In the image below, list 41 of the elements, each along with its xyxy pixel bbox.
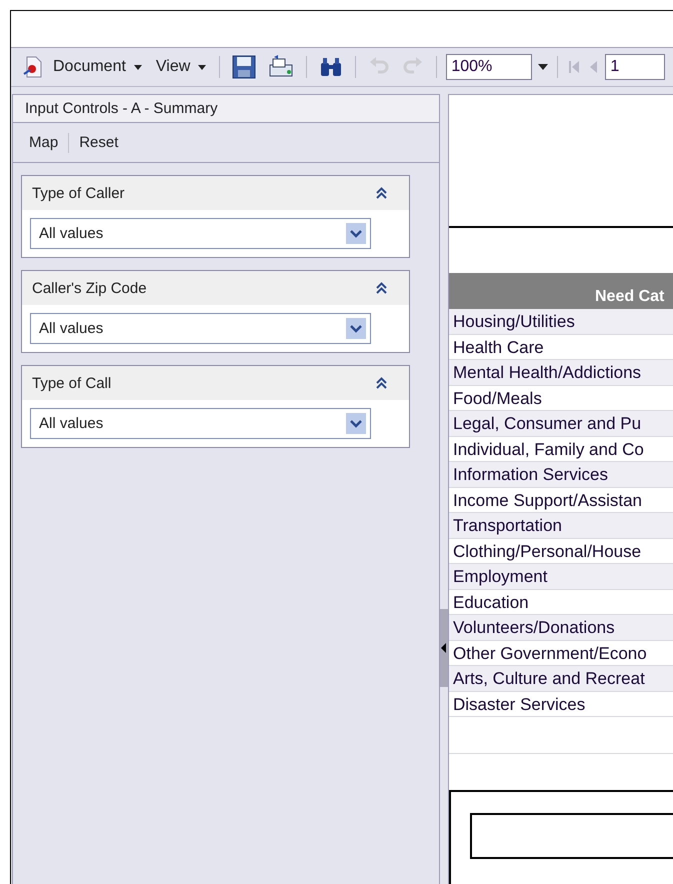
- collapse-icon[interactable]: [376, 282, 387, 294]
- table-cell: Food/Meals: [449, 386, 673, 411]
- table-cell: Housing/Utilities: [449, 309, 673, 334]
- table-cell: Income Support/Assistan: [449, 488, 673, 513]
- collapse-icon[interactable]: [376, 377, 387, 389]
- panel-title: Input Controls - A - Summary: [13, 95, 439, 123]
- zoom-field[interactable]: 100%: [446, 54, 532, 80]
- table-cell: Legal, Consumer and Pu: [449, 411, 673, 436]
- menu-button[interactable]: View: [152, 58, 210, 76]
- filter-label: Type of Call: [32, 374, 112, 392]
- filter-select[interactable]: All values: [30, 313, 371, 344]
- column-header: Need Cat: [449, 273, 673, 309]
- caret-icon[interactable]: [538, 64, 548, 70]
- filter-select[interactable]: All values: [30, 218, 371, 249]
- filter-select[interactable]: All values: [30, 408, 371, 439]
- collapse-icon[interactable]: [376, 187, 387, 199]
- filter-label: Caller's Zip Code: [32, 280, 147, 296]
- table-cell: Arts, Culture and Recreat: [449, 666, 673, 692]
- table-cell: Education: [449, 590, 673, 615]
- action-button[interactable]: Reset: [69, 134, 128, 151]
- table-cell: Information Services: [449, 462, 673, 488]
- table-cell: Clothing/Personal/House: [449, 538, 673, 564]
- splitter-handle[interactable]: [440, 609, 448, 687]
- filter-label: Type of Caller: [32, 184, 125, 202]
- dropdown-icon: [346, 413, 366, 434]
- document-icon: [23, 56, 43, 78]
- menu-button[interactable]: Document: [49, 58, 146, 76]
- dropdown-icon: [346, 223, 366, 244]
- caret-icon: [134, 64, 142, 70]
- table-cell: Mental Health/Addictions: [449, 360, 673, 386]
- table-cell: Volunteers/Donations: [449, 615, 673, 640]
- table-cell: Other Government/Econo: [449, 640, 673, 666]
- action-button[interactable]: Map: [19, 134, 68, 151]
- table-cell: Health Care: [449, 334, 673, 360]
- page-field[interactable]: 1: [605, 54, 666, 80]
- caret-icon: [198, 64, 206, 70]
- table-cell: Transportation: [449, 513, 673, 538]
- table-cell: Employment: [449, 564, 673, 590]
- dropdown-icon: [346, 318, 366, 339]
- table-cell: Disaster Services: [449, 692, 673, 717]
- table-cell: Individual, Family and Co: [449, 436, 673, 462]
